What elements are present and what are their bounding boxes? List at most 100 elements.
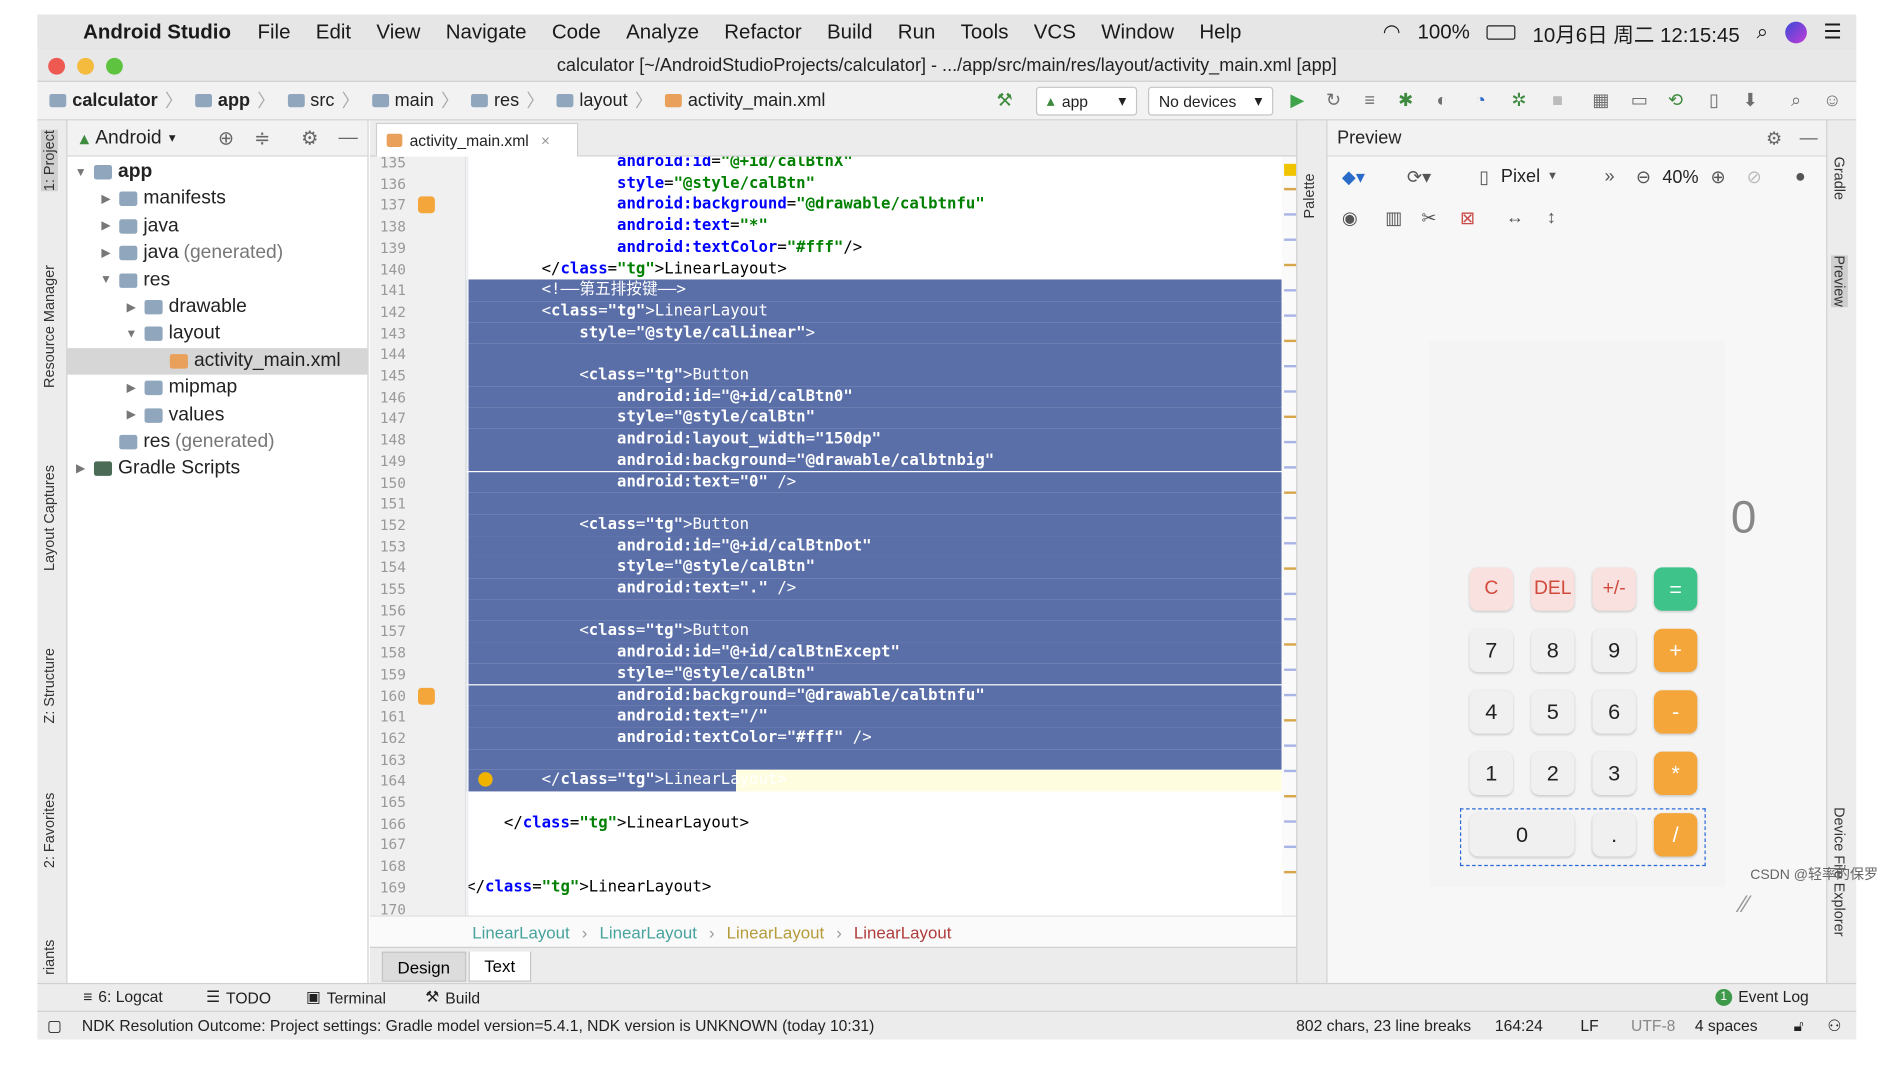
battery-icon[interactable] (1486, 25, 1516, 40)
menu-code[interactable]: Code (552, 20, 601, 44)
xml-breadcrumb-item[interactable]: LinearLayout (472, 922, 570, 941)
todo-button[interactable]: ☰ TODO (206, 988, 271, 1007)
breadcrumb-calculator[interactable]: calculator 〉 (49, 88, 183, 113)
menu-edit[interactable]: Edit (316, 20, 351, 44)
tab-project[interactable]: 1: Project (40, 130, 58, 192)
tree-item[interactable]: ▶ java (generated) (67, 240, 367, 267)
menu-run[interactable]: Run (898, 20, 936, 44)
code-line[interactable]: <!——第五排按键——> (466, 279, 1282, 301)
profile-icon[interactable]: ◔ (1471, 91, 1490, 111)
calc-key[interactable]: = (1653, 567, 1698, 611)
breadcrumb-activity-main[interactable]: activity_main.xml (664, 90, 825, 111)
tab-gradle[interactable]: Gradle (1831, 157, 1848, 200)
indent-setting[interactable]: 4 spaces (1695, 1017, 1758, 1035)
editor-tab-activity-main[interactable]: activity_main.xml × (375, 122, 579, 157)
calc-key[interactable]: 9 (1592, 628, 1636, 673)
tree-item[interactable]: ▼ layout (67, 321, 367, 348)
sync-gradle-icon[interactable]: ⟲ (1666, 91, 1685, 111)
chevron-down-icon[interactable]: ▼ (123, 328, 140, 341)
code-line[interactable]: android:textColor="#fff"/> (466, 237, 1282, 258)
code-line[interactable]: android:id="@+id/calBtnExcept" (466, 642, 1282, 664)
code-area[interactable]: android:id="@+id/calBtnX" style="@style/… (466, 156, 1282, 916)
chevron-right-icon[interactable]: ▶ (123, 381, 140, 394)
orientation-icon[interactable]: ⟳▾ (1407, 166, 1431, 187)
hide-panel-icon[interactable]: — (338, 127, 357, 149)
tab-preview[interactable]: Preview (1830, 255, 1848, 307)
warning-icon[interactable]: ● (1795, 166, 1806, 186)
user-avatar-icon[interactable]: ☺ (1823, 91, 1842, 111)
lock-icon[interactable]: 🔓︎ (1794, 1017, 1804, 1036)
caret-position[interactable]: 164:24 (1495, 1017, 1543, 1035)
menu-window[interactable]: Window (1101, 20, 1174, 44)
breadcrumb-main[interactable]: main 〉 (371, 88, 459, 113)
code-line[interactable]: android:background="@drawable/calbtnbig" (466, 450, 1282, 472)
menu-analyze[interactable]: Analyze (626, 20, 699, 44)
calc-key[interactable]: 7 (1469, 628, 1513, 673)
wifi-icon[interactable]: ◠ (1383, 20, 1401, 44)
code-line[interactable] (466, 791, 1282, 812)
tree-item[interactable]: ▼ app (67, 159, 367, 186)
siri-icon[interactable] (1784, 21, 1807, 44)
code-line[interactable]: style="@style/calBtn" (466, 407, 1282, 429)
code-line[interactable]: </class="tg">LinearLayout> (466, 813, 1282, 834)
breadcrumb-app[interactable]: app 〉 (195, 88, 275, 113)
file-encoding[interactable]: UTF-8 (1631, 1017, 1675, 1035)
code-line[interactable]: android:text="0" /> (466, 471, 1282, 493)
code-line[interactable]: android:textColor="#fff" /> (466, 727, 1282, 749)
app-menu[interactable]: Android Studio (83, 20, 231, 44)
menu-refactor[interactable]: Refactor (724, 20, 801, 44)
gear-icon[interactable]: ⚙ (1766, 127, 1782, 148)
spotlight-search-icon[interactable]: ⌕ (1757, 20, 1768, 44)
resize-handle-icon[interactable]: ⁄⁄ (1741, 891, 1749, 919)
code-line[interactable]: style="@style/calBtn" (466, 556, 1282, 579)
collapse-all-icon[interactable]: ≑ (254, 126, 270, 150)
chevron-right-icon[interactable]: ▶ (123, 301, 140, 314)
sdk-manager-icon[interactable]: ⬇ (1741, 91, 1760, 111)
tree-item[interactable]: activity_main.xml (67, 347, 368, 375)
code-line[interactable]: android:id="@+id/calBtnX" (466, 157, 1282, 173)
zoom-out-icon[interactable]: ⊖ (1636, 166, 1651, 187)
code-line[interactable]: android:background="@drawable/calbtnfu" (466, 684, 1282, 707)
search-everywhere-icon[interactable]: ⌕ (1786, 91, 1805, 111)
tree-item[interactable]: ▶ drawable (67, 294, 367, 321)
code-line[interactable]: </class="tg">LinearLayout> (466, 877, 1282, 898)
tree-item[interactable]: ▶ Gradle Scripts (67, 456, 367, 483)
notification-center-icon[interactable]: ☰ (1823, 20, 1841, 44)
code-line[interactable]: <class="tg">Button (466, 514, 1282, 536)
chevron-right-icon[interactable]: ▶ (98, 220, 115, 233)
project-structure-icon[interactable]: ▦ (1591, 91, 1610, 111)
calc-key[interactable]: +/- (1592, 567, 1636, 611)
code-line[interactable]: </class="tg">LinearLayout> (466, 770, 1282, 792)
calc-key[interactable]: . (1592, 813, 1636, 857)
calc-key[interactable]: 8 (1531, 628, 1575, 673)
editor-error-stripe[interactable] (1281, 156, 1299, 916)
breadcrumb-layout[interactable]: layout 〉 (556, 88, 653, 113)
stop-icon[interactable]: ■ (1548, 91, 1567, 111)
tab-design[interactable]: Design (381, 951, 466, 982)
code-line[interactable] (466, 599, 1282, 621)
calc-key[interactable]: 2 (1531, 751, 1575, 796)
code-line[interactable]: android:text="/" (466, 706, 1282, 728)
calc-key[interactable]: 1 (1469, 751, 1513, 796)
tab-favorites[interactable]: 2: Favorites (41, 793, 58, 869)
calc-key[interactable]: / (1653, 813, 1698, 857)
clock[interactable]: 10月6日 周二 12:15:45 (1533, 17, 1740, 47)
menu-vcs[interactable]: VCS (1034, 20, 1076, 44)
calc-key[interactable]: 5 (1531, 690, 1575, 734)
tree-item[interactable]: res (generated) (67, 429, 367, 456)
logcat-button[interactable]: ≡ 6: Logcat (83, 988, 163, 1006)
menu-view[interactable]: View (376, 20, 420, 44)
design-surface-icon[interactable]: ◆▾ (1342, 166, 1365, 187)
calc-key[interactable]: * (1653, 751, 1698, 796)
line-separator[interactable]: LF (1580, 1017, 1598, 1035)
more-icon[interactable]: » (1605, 166, 1615, 186)
chevron-down-icon[interactable]: ▼ (98, 274, 115, 287)
code-line[interactable]: <class="tg">Button (466, 620, 1282, 643)
chevron-down-icon[interactable]: ▾ (169, 130, 176, 145)
calc-key[interactable]: - (1653, 690, 1698, 734)
chevron-right-icon[interactable]: ▶ (98, 247, 115, 260)
terminal-button[interactable]: ▣ Terminal (306, 988, 386, 1007)
calc-key[interactable]: DEL (1531, 567, 1575, 611)
device-dropdown[interactable]: No devices ▾ (1147, 86, 1274, 116)
expand-horizontal-icon[interactable]: ↔ (1506, 207, 1524, 227)
